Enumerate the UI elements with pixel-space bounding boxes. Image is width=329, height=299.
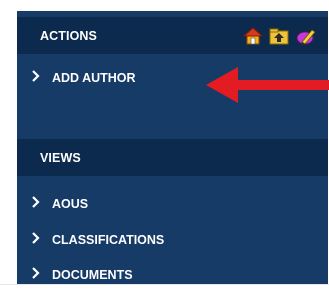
folder-up-icon[interactable] [269,26,289,46]
documents-label: DOCUMENTS [52,268,133,282]
actions-header-icons [243,26,318,46]
chevron-right-icon [31,266,41,280]
edit-pencil-icon[interactable] [296,26,316,46]
classifications-label: CLASSIFICATIONS [52,233,165,247]
actions-title: ACTIONS [40,29,97,43]
views-title: VIEWS [40,151,81,165]
add-author-label: ADD AUTHOR [52,71,136,85]
sidebar-panel: ACTIONS ADD AUTHOR VIEWS AOUS CLASSIFICA… [17,11,329,284]
classifications-link[interactable]: CLASSIFICATIONS [17,229,328,255]
chevron-right-icon [31,195,41,209]
documents-link[interactable]: DOCUMENTS [17,264,328,290]
red-arrow-annotation [206,65,329,105]
aous-label: AOUS [52,197,89,211]
aous-link[interactable]: AOUS [17,193,328,219]
chevron-right-icon [31,69,41,83]
bottom-divider [0,284,329,285]
views-header: VIEWS [17,139,328,176]
chevron-right-icon [31,231,41,245]
actions-header: ACTIONS [17,17,328,54]
home-icon[interactable] [243,26,263,46]
